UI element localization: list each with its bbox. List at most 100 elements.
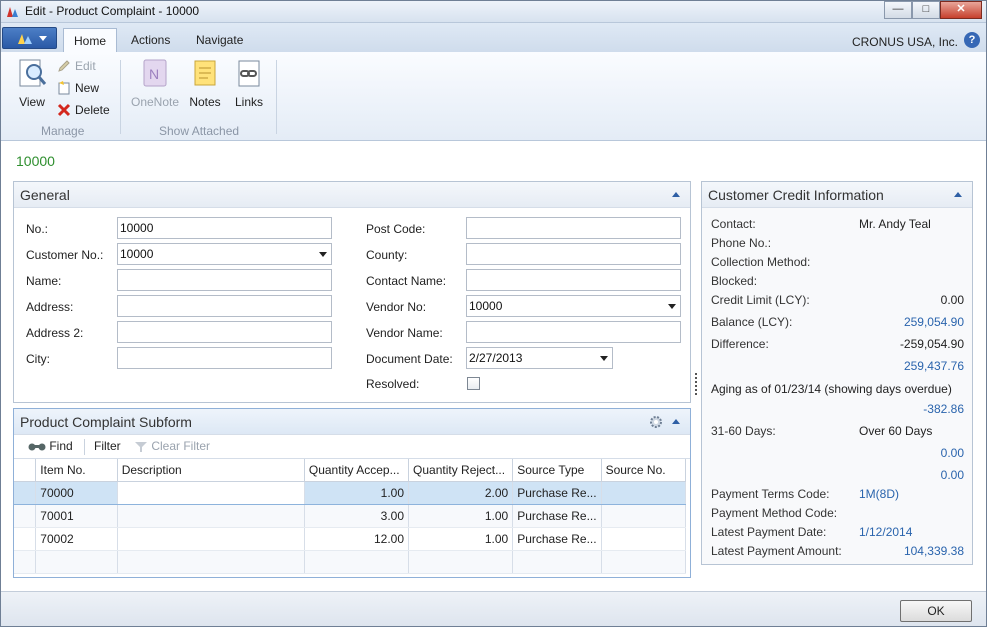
quantity-accepted-cell[interactable]: 3.00	[304, 504, 410, 528]
collapse-icon[interactable]	[954, 192, 962, 197]
resolved-checkbox[interactable]	[467, 377, 480, 390]
quantity-accepted-cell[interactable]: 12.00	[304, 527, 410, 551]
source-type-cell[interactable]: Purchase Re...	[512, 504, 602, 528]
ok-button[interactable]: OK	[900, 600, 972, 622]
table-row[interactable]: 70002 12.00 1.00 Purchase Re...	[14, 527, 687, 551]
new-button[interactable]: New	[57, 79, 99, 97]
contact-name-field[interactable]	[466, 269, 681, 291]
gear-icon[interactable]	[648, 414, 664, 430]
address-2-label: Address 2:	[26, 326, 84, 340]
links-button[interactable]: Links	[231, 58, 267, 109]
county-field[interactable]	[466, 243, 681, 265]
payment-method-label: Payment Method Code:	[711, 506, 838, 520]
quantity-rejected-cell[interactable]: 1.00	[408, 527, 514, 551]
balance-due-value-link[interactable]: 259,437.76	[904, 359, 964, 373]
row-selector[interactable]	[14, 527, 37, 551]
collapse-icon[interactable]	[672, 419, 680, 424]
source-no-cell[interactable]	[601, 527, 687, 551]
delete-label: Delete	[75, 103, 110, 117]
balance-value-link[interactable]: 259,054.90	[904, 315, 964, 329]
column-header-description[interactable]: Description	[117, 459, 305, 482]
help-icon[interactable]: ?	[964, 32, 980, 48]
minimize-button[interactable]: —	[884, 1, 912, 19]
aging-value-link[interactable]: -382.86	[923, 402, 964, 416]
table-row[interactable]: 70001 3.00 1.00 Purchase Re...	[14, 504, 687, 528]
city-field[interactable]	[117, 347, 332, 369]
address-2-field[interactable]	[117, 321, 332, 343]
tab-navigate[interactable]: Navigate	[186, 28, 253, 52]
quantity-rejected-cell[interactable]: 1.00	[408, 504, 514, 528]
column-header-quantity-accepted[interactable]: Quantity Accep...	[304, 459, 410, 482]
vendor-no-field[interactable]: 10000	[466, 295, 681, 317]
notes-button[interactable]: Notes	[187, 58, 223, 109]
item-no-cell[interactable]: 70000	[35, 480, 118, 505]
item-no-cell[interactable]	[35, 550, 118, 574]
latest-payment-amount-link[interactable]: 104,339.38	[904, 544, 964, 558]
customer-no-field[interactable]: 10000	[117, 243, 332, 265]
new-label: New	[75, 81, 100, 95]
source-type-cell[interactable]: Purchase Re...	[512, 480, 602, 505]
filter-button[interactable]: Filter	[94, 439, 121, 453]
row-selector[interactable]	[14, 480, 37, 505]
vendor-name-field[interactable]	[466, 321, 681, 343]
description-cell[interactable]	[117, 480, 305, 505]
edit-button[interactable]: Edit	[57, 57, 96, 75]
delete-button[interactable]: Delete	[57, 101, 110, 119]
general-header[interactable]: General	[14, 182, 690, 208]
source-no-cell[interactable]	[601, 504, 687, 528]
column-header-item-no[interactable]: Item No.	[35, 459, 118, 482]
description-cell[interactable]	[117, 550, 305, 574]
general-title: General	[20, 187, 70, 203]
source-no-cell[interactable]	[601, 480, 687, 505]
dropdown-arrow-icon[interactable]	[668, 304, 676, 309]
payment-terms-value-link[interactable]: 1M(8D)	[859, 487, 899, 501]
source-type-cell[interactable]: Purchase Re...	[512, 527, 602, 551]
quantity-rejected-cell[interactable]	[408, 550, 514, 574]
address-field[interactable]	[117, 295, 332, 317]
document-date-field[interactable]: 2/27/2013	[466, 347, 613, 369]
item-no-cell[interactable]: 70001	[35, 504, 118, 528]
tab-actions[interactable]: Actions	[121, 28, 180, 52]
item-no-cell[interactable]: 70002	[35, 527, 118, 551]
column-header-quantity-rejected[interactable]: Quantity Reject...	[408, 459, 514, 482]
table-row[interactable]: 70000 1.00 2.00 Purchase Re...	[14, 480, 687, 505]
name-field[interactable]	[117, 269, 332, 291]
onenote-button[interactable]: N OneNote	[129, 58, 181, 109]
maximize-button[interactable]: □	[912, 1, 940, 19]
links-icon	[238, 60, 260, 87]
quantity-rejected-cell[interactable]: 2.00	[408, 480, 514, 505]
description-cell[interactable]	[117, 527, 305, 551]
quantity-accepted-cell[interactable]: 1.00	[304, 480, 410, 505]
notes-icon	[194, 60, 216, 86]
subform-header[interactable]: Product Complaint Subform	[14, 409, 690, 435]
credit-header[interactable]: Customer Credit Information	[702, 182, 972, 208]
no-field[interactable]: 10000	[117, 217, 332, 239]
view-button[interactable]: View	[13, 58, 51, 109]
row-selector[interactable]	[14, 550, 37, 574]
table-row[interactable]	[14, 550, 687, 574]
onenote-label: OneNote	[130, 95, 180, 109]
column-header-source-no[interactable]: Source No.	[601, 459, 687, 482]
dropdown-arrow-icon[interactable]	[600, 356, 608, 361]
clear-filter-button[interactable]: Clear Filter	[134, 439, 210, 453]
new-document-icon	[58, 81, 70, 95]
splitter-handle[interactable]	[695, 373, 697, 395]
days-31-60-value-link[interactable]: 0.00	[941, 446, 964, 460]
post-code-field[interactable]	[466, 217, 681, 239]
source-no-cell[interactable]	[601, 550, 687, 574]
description-cell[interactable]	[117, 504, 305, 528]
close-button[interactable]: ✕	[940, 1, 982, 19]
source-type-cell[interactable]	[512, 550, 602, 574]
quantity-accepted-cell[interactable]	[304, 550, 410, 574]
company-name: CRONUS USA, Inc.	[851, 35, 958, 49]
contact-label: Contact:	[711, 217, 756, 231]
row-selector[interactable]	[14, 504, 37, 528]
collapse-icon[interactable]	[672, 192, 680, 197]
application-menu-button[interactable]	[2, 27, 57, 49]
find-button[interactable]: Find	[28, 439, 73, 453]
dropdown-arrow-icon[interactable]	[319, 252, 327, 257]
tab-home[interactable]: Home	[63, 28, 118, 52]
column-header-source-type[interactable]: Source Type	[512, 459, 602, 482]
latest-payment-date-link[interactable]: 1/12/2014	[859, 525, 912, 539]
over-60-days-value-link[interactable]: 0.00	[941, 468, 964, 482]
